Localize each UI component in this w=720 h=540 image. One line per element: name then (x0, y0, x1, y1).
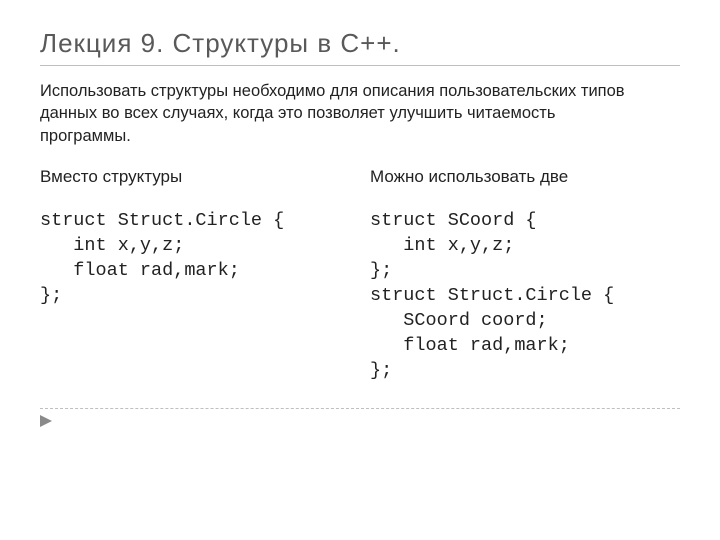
slide-title: Лекция 9. Структуры в С++. (40, 28, 680, 59)
code-block-right: struct SCoord { int x,y,z; }; struct Str… (370, 209, 680, 384)
slide: Лекция 9. Структуры в С++. Использовать … (0, 0, 720, 457)
column-right-heading: Можно использовать две (370, 167, 680, 187)
title-rule (40, 65, 680, 66)
column-right: Можно использовать две struct SCoord { i… (370, 167, 680, 384)
intro-paragraph: Использовать структуры необходимо для оп… (40, 80, 640, 147)
code-block-left: struct Struct.Circle { int x,y,z; float … (40, 209, 350, 309)
footer-icon-row (40, 415, 680, 427)
column-left: Вместо структуры struct Struct.Circle { … (40, 167, 350, 384)
play-icon (40, 415, 56, 427)
footer-rule (40, 408, 680, 409)
columns: Вместо структуры struct Struct.Circle { … (40, 167, 680, 384)
column-left-heading: Вместо структуры (40, 167, 350, 187)
